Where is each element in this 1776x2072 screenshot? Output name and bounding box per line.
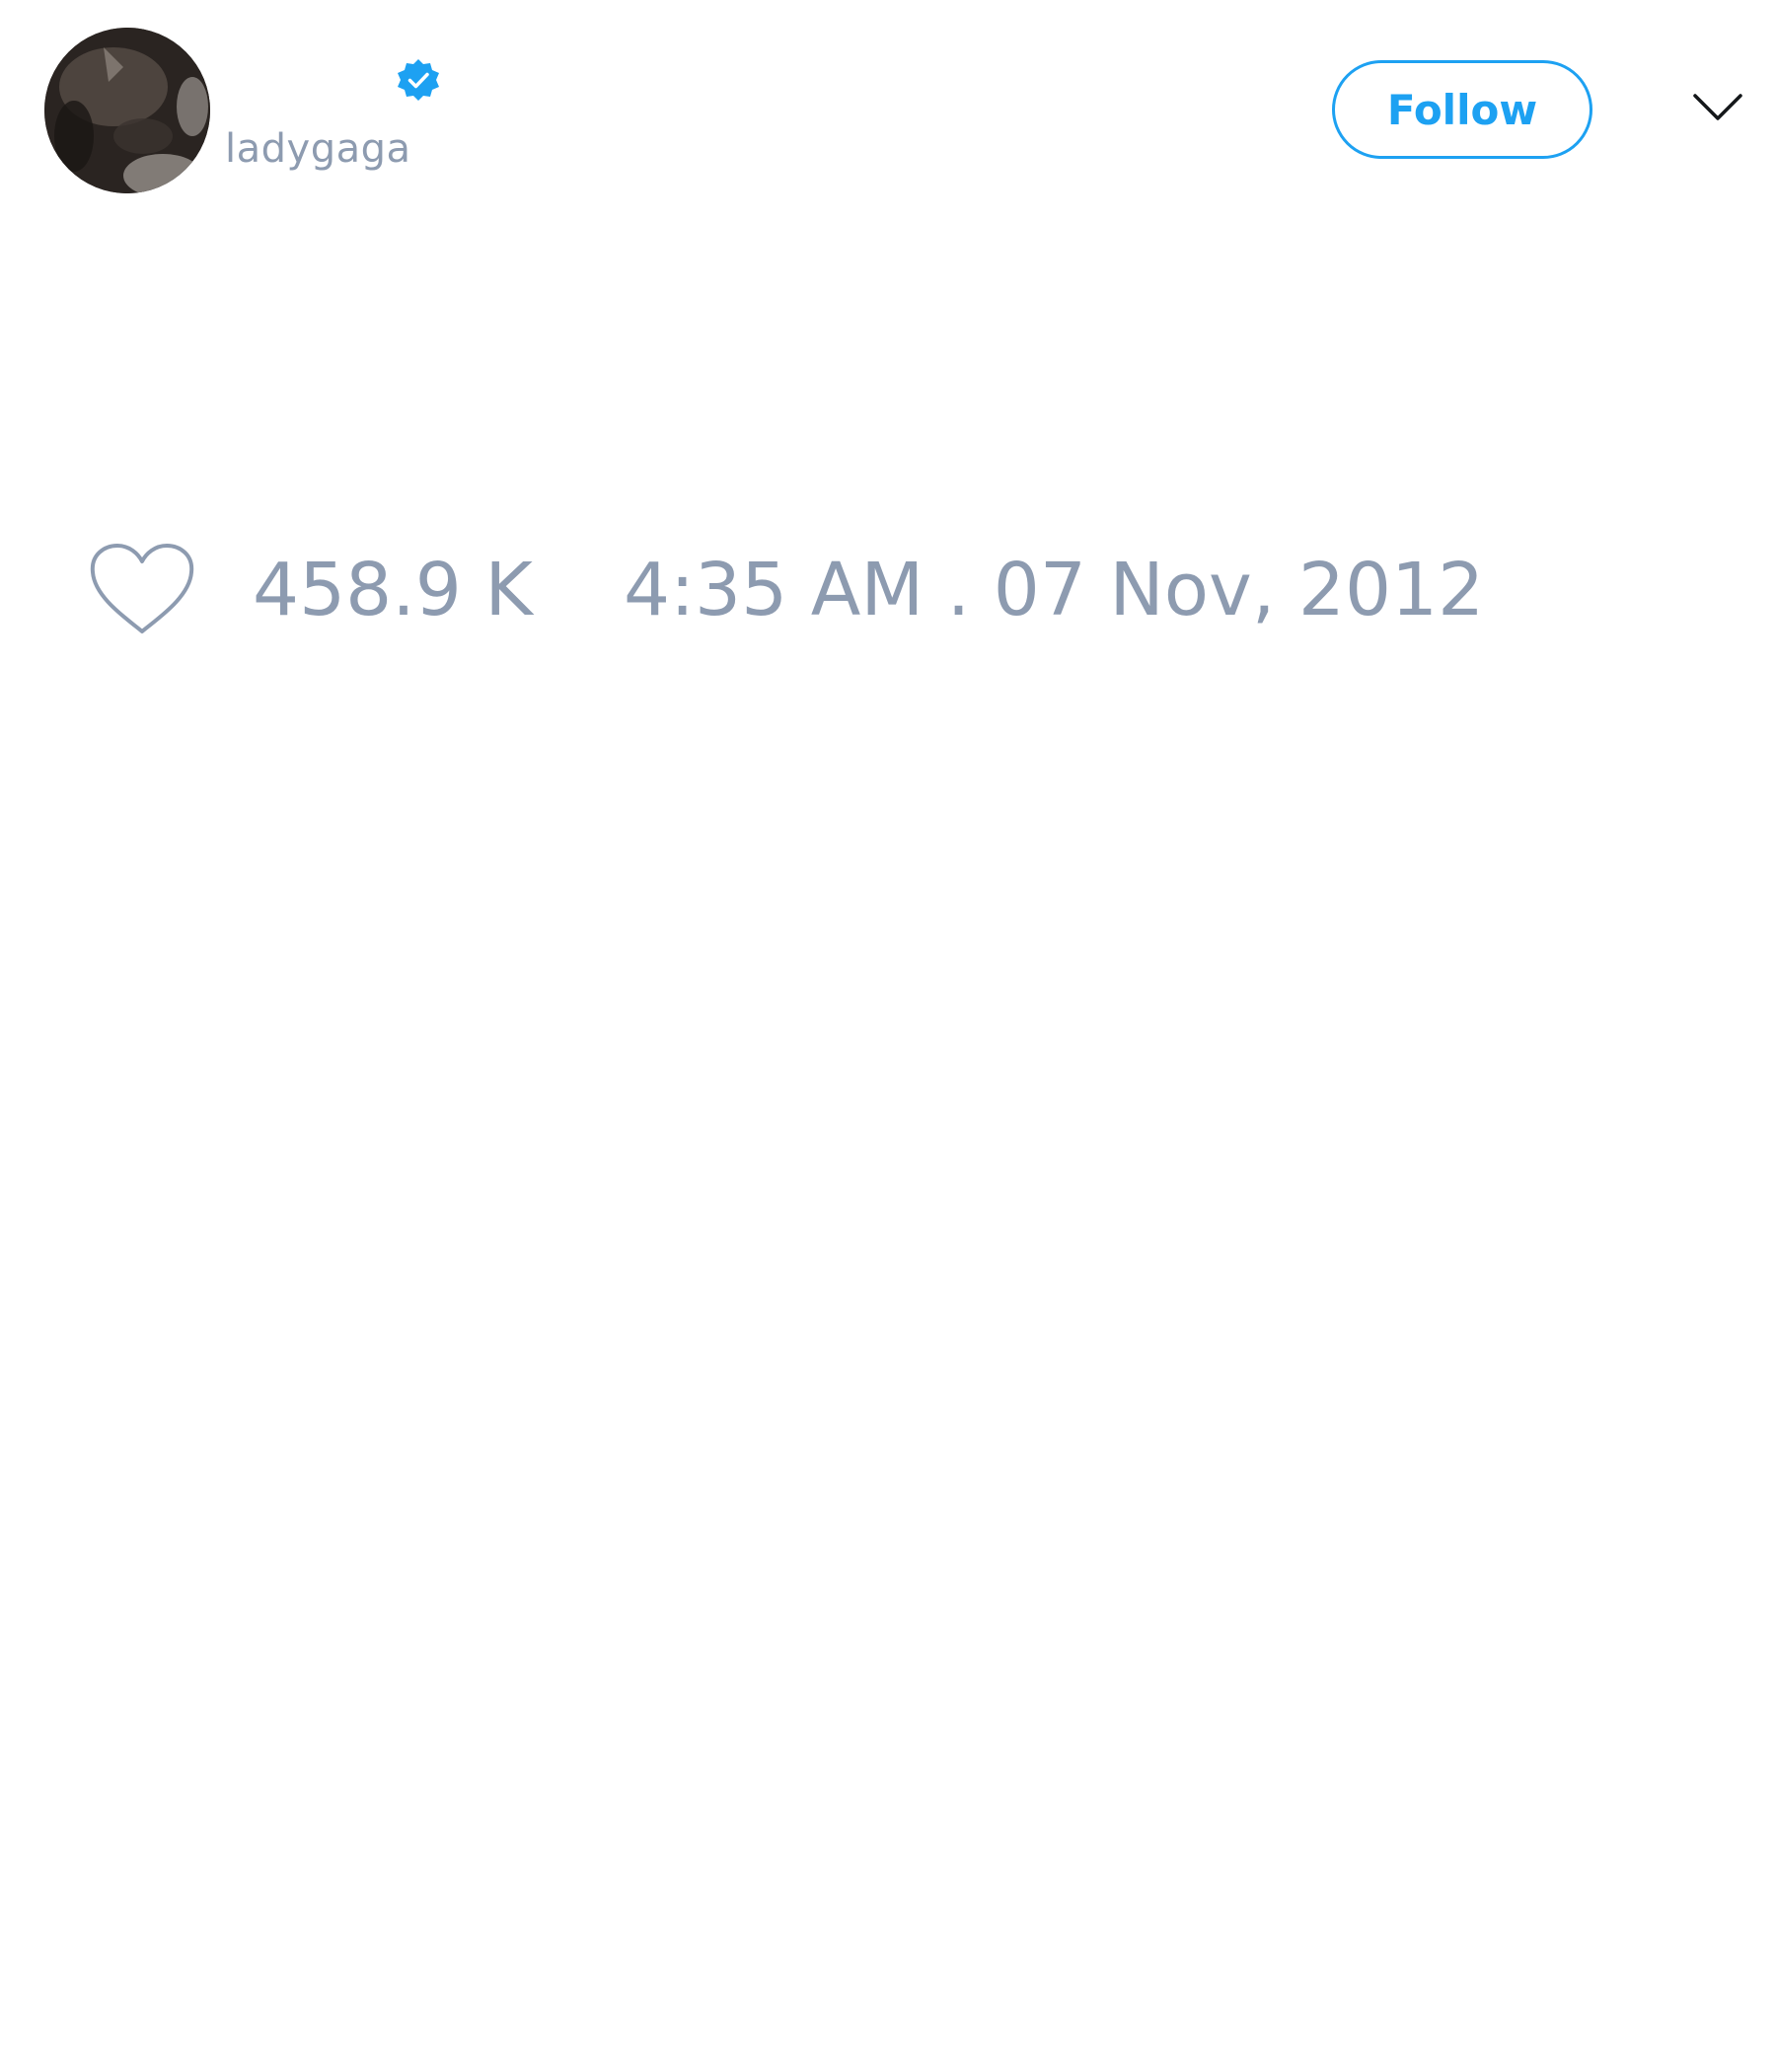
like-count: 458.9 K (253, 548, 533, 632)
author-name-row (225, 54, 521, 113)
chevron-down-icon[interactable] (1692, 91, 1743, 124)
avatar-photo (44, 28, 210, 193)
author-handle[interactable]: ladygaga (225, 126, 411, 172)
verified-badge-icon (398, 59, 439, 101)
tweet-header: ladygaga Follow (0, 0, 1776, 217)
avatar[interactable] (44, 28, 210, 193)
tweet-meta-row: 458.9 K 4:35 AM . 07 Nov, 2012 (0, 533, 1776, 651)
follow-button[interactable]: Follow (1332, 60, 1592, 159)
tweet-timestamp[interactable]: 4:35 AM . 07 Nov, 2012 (624, 547, 1484, 634)
heart-outline-icon[interactable] (89, 543, 195, 637)
